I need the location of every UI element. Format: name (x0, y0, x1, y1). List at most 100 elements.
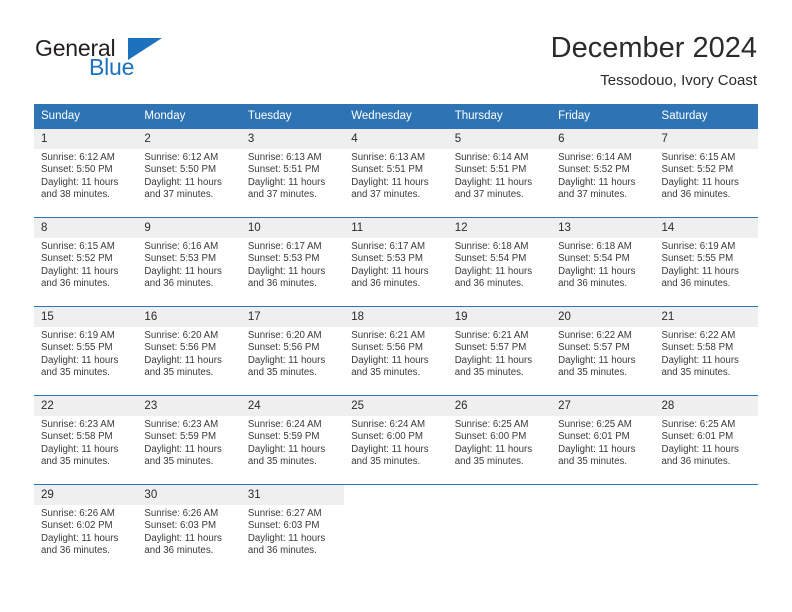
day-cell[interactable]: 1 Sunrise: 6:12 AM Sunset: 5:50 PM Daylight… (34, 129, 138, 218)
day-number: 30 (137, 485, 241, 505)
day-cell[interactable]: 20 Sunrise: 6:22 AM Sunset: 5:57 PM Dayligh… (551, 306, 655, 396)
day-cell[interactable]: 25 Sunrise: 6:24 AM Sunset: 6:00 PM Dayligh… (344, 395, 448, 485)
day-details: Sunrise: 6:26 AM Sunset: 6:03 PM Daylight:… (137, 505, 240, 558)
daylight-text-line2: and 37 minutes. (247, 189, 317, 201)
day-cell[interactable]: 7 Sunrise: 6:15 AM Sunset: 5:52 PM Daylight… (654, 129, 758, 218)
day-number: 4 (344, 129, 448, 149)
day-cell[interactable]: 12 Sunrise: 6:18 AM Sunset: 5:54 PM Dayligh… (447, 217, 552, 307)
day-details: Sunrise: 6:15 AM Sunset: 5:52 PM Daylight:… (655, 149, 758, 202)
brand-name-blue: Blue (89, 54, 135, 80)
day-number: 1 (34, 129, 138, 149)
day-number: 17 (240, 307, 345, 327)
sunrise-text: Sunrise: 6:17 AM (351, 241, 426, 252)
day-cell[interactable]: 17 Sunrise: 6:20 AM Sunset: 5:56 PM Dayligh… (240, 306, 345, 396)
day-cell[interactable]: 2 Sunrise: 6:12 AM Sunset: 5:50 PM Daylight… (137, 129, 241, 218)
sunset-text: Sunset: 5:59 PM (144, 431, 217, 443)
day-cell[interactable]: 31 Sunrise: 6:27 AM Sunset: 6:03 PM Dayligh… (240, 484, 345, 573)
daylight-text-line2: and 36 minutes. (351, 278, 421, 290)
sunset-text: Sunset: 6:00 PM (454, 431, 527, 443)
day-details: Sunrise: 6:25 AM Sunset: 6:01 PM Daylight:… (655, 416, 758, 469)
day-number: 2 (137, 129, 241, 149)
sunrise-text: Sunrise: 6:22 AM (558, 330, 632, 341)
day-cell[interactable]: 21 Sunrise: 6:22 AM Sunset: 5:58 PM Dayligh… (654, 306, 758, 396)
day-cell[interactable]: 30 Sunrise: 6:26 AM Sunset: 6:03 PM Dayligh… (137, 484, 241, 573)
sunset-text: Sunset: 5:51 PM (351, 164, 423, 176)
day-cell[interactable]: 9 Sunrise: 6:16 AM Sunset: 5:53 PM Daylight… (137, 217, 241, 307)
sunset-text: Sunset: 6:02 PM (41, 520, 113, 532)
day-cell[interactable]: 28 Sunrise: 6:25 AM Sunset: 6:01 PM Dayligh… (654, 395, 758, 485)
day-cell[interactable]: 8 Sunrise: 6:15 AM Sunset: 5:52 PM Daylight… (34, 217, 138, 307)
calendar-week-row: 22 Sunrise: 6:23 AM Sunset: 5:58 PM Dayligh… (34, 395, 758, 485)
day-cell[interactable]: 4 Sunrise: 6:13 AM Sunset: 5:51 PM Daylight… (344, 129, 448, 218)
sunrise-text: Sunrise: 6:15 AM (661, 152, 736, 163)
weekday-header-wednesday: Wednesday (344, 104, 448, 129)
day-number: 14 (654, 218, 758, 238)
sunset-text: Sunset: 5:56 PM (351, 342, 423, 354)
sunrise-text: Sunrise: 6:20 AM (247, 330, 322, 341)
day-details: Sunrise: 6:14 AM Sunset: 5:52 PM Daylight:… (551, 149, 654, 202)
daylight-text-line2: and 35 minutes. (144, 456, 214, 468)
day-cell[interactable]: 23 Sunrise: 6:23 AM Sunset: 5:59 PM Dayligh… (137, 395, 241, 485)
brand-logo[interactable]: General Blue (35, 36, 265, 86)
calendar-grid: Sunday Monday Tuesday Wednesday Thursday… (34, 104, 758, 573)
day-number: 22 (34, 396, 138, 416)
sunrise-text: Sunrise: 6:25 AM (454, 419, 529, 430)
daylight-text-line1: Daylight: 11 hours (661, 176, 739, 188)
calendar-body: 1 Sunrise: 6:12 AM Sunset: 5:50 PM Daylight… (34, 129, 758, 573)
day-number: 20 (551, 307, 655, 327)
sunrise-text: Sunrise: 6:26 AM (144, 508, 219, 519)
day-cell[interactable]: 24 Sunrise: 6:24 AM Sunset: 5:59 PM Dayligh… (240, 395, 345, 485)
day-cell[interactable]: 22 Sunrise: 6:23 AM Sunset: 5:58 PM Dayligh… (34, 395, 138, 485)
day-cell[interactable]: 13 Sunrise: 6:18 AM Sunset: 5:54 PM Dayligh… (551, 217, 655, 307)
day-cell[interactable]: 29 Sunrise: 6:26 AM Sunset: 6:02 PM Dayligh… (34, 484, 138, 573)
day-cell[interactable]: 5 Sunrise: 6:14 AM Sunset: 5:51 PM Daylight… (447, 129, 552, 218)
day-cell-empty (344, 484, 448, 573)
day-cell[interactable]: 6 Sunrise: 6:14 AM Sunset: 5:52 PM Daylight… (551, 129, 655, 218)
daylight-text-line1: Daylight: 11 hours (351, 265, 429, 277)
day-cell[interactable]: 3 Sunrise: 6:13 AM Sunset: 5:51 PM Daylight… (240, 129, 345, 218)
day-cell[interactable]: 26 Sunrise: 6:25 AM Sunset: 6:00 PM Dayligh… (447, 395, 552, 485)
day-number: 12 (447, 218, 552, 238)
day-number: 5 (447, 129, 552, 149)
day-cell[interactable]: 15 Sunrise: 6:19 AM Sunset: 5:55 PM Dayligh… (34, 306, 138, 396)
sunset-text: Sunset: 6:01 PM (661, 431, 734, 443)
day-cell[interactable]: 11 Sunrise: 6:17 AM Sunset: 5:53 PM Dayligh… (344, 217, 448, 307)
sunrise-text: Sunrise: 6:20 AM (144, 330, 219, 341)
day-cell[interactable]: 16 Sunrise: 6:20 AM Sunset: 5:56 PM Dayligh… (137, 306, 241, 396)
day-details: Sunrise: 6:24 AM Sunset: 6:00 PM Daylight:… (344, 416, 447, 469)
daylight-text-line1: Daylight: 11 hours (558, 443, 636, 455)
day-cell[interactable]: 18 Sunrise: 6:21 AM Sunset: 5:56 PM Dayligh… (344, 306, 448, 396)
daylight-text-line1: Daylight: 11 hours (247, 354, 326, 366)
day-cell[interactable]: 27 Sunrise: 6:25 AM Sunset: 6:01 PM Dayligh… (551, 395, 655, 485)
day-cell[interactable]: 14 Sunrise: 6:19 AM Sunset: 5:55 PM Dayligh… (654, 217, 758, 307)
day-number: 24 (240, 396, 345, 416)
weekday-header-tuesday: Tuesday (240, 104, 345, 129)
daylight-text-line2: and 36 minutes. (144, 545, 214, 557)
day-details: Sunrise: 6:26 AM Sunset: 6:02 PM Daylight:… (34, 505, 137, 558)
sunrise-text: Sunrise: 6:18 AM (558, 241, 632, 252)
day-cell[interactable]: 19 Sunrise: 6:21 AM Sunset: 5:57 PM Dayligh… (447, 306, 552, 396)
day-number (448, 485, 551, 505)
daylight-text-line1: Daylight: 11 hours (247, 443, 326, 455)
day-details: Sunrise: 6:21 AM Sunset: 5:57 PM Daylight:… (448, 327, 551, 380)
daylight-text-line2: and 38 minutes. (41, 189, 110, 201)
calendar-header-row: Sunday Monday Tuesday Wednesday Thursday… (34, 104, 758, 129)
day-details: Sunrise: 6:22 AM Sunset: 5:58 PM Daylight:… (655, 327, 758, 380)
sunset-text: Sunset: 5:52 PM (41, 253, 113, 265)
daylight-text-line1: Daylight: 11 hours (351, 354, 429, 366)
day-cell[interactable]: 10 Sunrise: 6:17 AM Sunset: 5:53 PM Dayligh… (240, 217, 345, 307)
sunrise-text: Sunrise: 6:24 AM (351, 419, 426, 430)
sunrise-text: Sunrise: 6:16 AM (144, 241, 219, 252)
daylight-text-line1: Daylight: 11 hours (558, 265, 636, 277)
day-details: Sunrise: 6:14 AM Sunset: 5:51 PM Daylight:… (448, 149, 551, 202)
sunset-text: Sunset: 6:03 PM (247, 520, 320, 532)
sunrise-text: Sunrise: 6:15 AM (41, 241, 115, 252)
sunset-text: Sunset: 6:00 PM (351, 431, 423, 443)
day-details: Sunrise: 6:13 AM Sunset: 5:51 PM Daylight:… (344, 149, 447, 202)
calendar-table: Sunday Monday Tuesday Wednesday Thursday… (34, 104, 758, 573)
daylight-text-line1: Daylight: 11 hours (41, 532, 119, 544)
daylight-text-line1: Daylight: 11 hours (247, 176, 326, 188)
sunset-text: Sunset: 5:51 PM (247, 164, 320, 176)
day-number: 26 (447, 396, 552, 416)
day-details: Sunrise: 6:13 AM Sunset: 5:51 PM Daylight:… (241, 149, 344, 202)
